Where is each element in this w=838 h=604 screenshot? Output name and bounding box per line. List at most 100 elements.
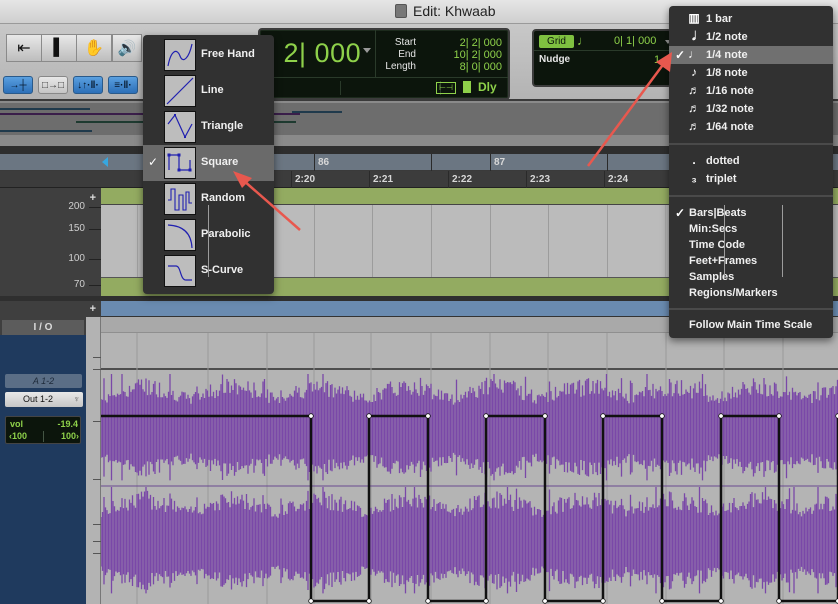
- automation-breakpoint[interactable]: [542, 598, 548, 604]
- shuffle-mode-button[interactable]: →┼: [3, 76, 33, 94]
- overview-track-line: [0, 108, 90, 110]
- time-label: 2:23: [530, 174, 551, 185]
- add-marker-plus-icon[interactable]: +: [90, 303, 96, 315]
- menu-item-1-32-note[interactable]: ♬ 1/32 note: [669, 100, 833, 118]
- random-shape-icon: [164, 183, 196, 215]
- automation-breakpoint[interactable]: [600, 413, 606, 419]
- ruler-tick: [314, 154, 315, 171]
- menu-item-follow-main-time-scale[interactable]: Follow Main Time Scale: [669, 316, 833, 334]
- zoomer-tool-button[interactable]: ⇤: [6, 34, 42, 62]
- grid-mode-button[interactable]: ≡·‖·: [108, 76, 138, 94]
- track-gutter: [86, 317, 101, 604]
- tempo-axis-label: 100: [68, 253, 85, 264]
- link-timeline-icon[interactable]: ⊢⊣: [436, 82, 456, 94]
- add-ruler-plus-icon[interactable]: +: [90, 192, 96, 204]
- automation-breakpoint[interactable]: [542, 413, 548, 419]
- main-counter-value[interactable]: | 2| 000: [268, 38, 361, 69]
- grid-line: [314, 205, 315, 277]
- automation-breakpoint[interactable]: [659, 598, 665, 604]
- menu-separator: [669, 143, 833, 145]
- menu-item-triplet[interactable]: ₃ triplet: [669, 170, 833, 188]
- menu-separator: [669, 195, 833, 197]
- ruler-tick: [607, 154, 608, 171]
- menu-item-1-4-note[interactable]: ✓ ♩ 1/4 note: [669, 46, 833, 64]
- counter-format-dropdown[interactable]: [363, 48, 371, 53]
- pan-right-value[interactable]: 100›: [61, 431, 79, 441]
- sixteenth-note-icon: ♬: [688, 83, 700, 97]
- spot-mode-button[interactable]: ↓↑·‖·: [73, 76, 103, 94]
- shape-label: Square: [201, 156, 239, 168]
- automation-breakpoint[interactable]: [718, 413, 724, 419]
- input-selector[interactable]: A 1-2: [5, 374, 82, 388]
- automation-breakpoint[interactable]: [308, 598, 314, 604]
- shape-item-square[interactable]: ✓ Square: [143, 145, 274, 181]
- menu-item-label: 1/8 note: [706, 67, 748, 79]
- menu-item-1-8-note[interactable]: ♪ 1/8 note: [669, 64, 833, 82]
- audio-track-playlist[interactable]: [101, 317, 838, 604]
- time-label: 2:22: [452, 174, 473, 185]
- grid-value[interactable]: 0| 1| 000: [614, 35, 656, 47]
- s-curve-shape-icon: [164, 255, 196, 287]
- pan-left-value[interactable]: ‹100: [9, 431, 27, 441]
- automation-breakpoint[interactable]: [425, 598, 431, 604]
- menu-item-dotted[interactable]: . dotted: [669, 152, 833, 170]
- shape-label: Triangle: [201, 120, 244, 132]
- menu-item-1-2-note[interactable]: 𝅗𝅥 1/2 note: [669, 28, 833, 46]
- menu-item-1-16-note[interactable]: ♬ 1/16 note: [669, 82, 833, 100]
- automation-breakpoint[interactable]: [659, 413, 665, 419]
- axis-tick: [89, 259, 101, 260]
- automation-breakpoint[interactable]: [366, 413, 372, 419]
- grid-line: [137, 205, 138, 277]
- gutter-tick: [93, 541, 101, 542]
- grabber-tool-button[interactable]: ✋: [76, 34, 112, 62]
- menu-item-regions-markers[interactable]: Regions/Markers: [669, 284, 833, 302]
- output-selector[interactable]: Out 1-2 ♆: [5, 392, 83, 407]
- shape-item-line[interactable]: Line: [143, 73, 274, 109]
- overview-track-line: [0, 130, 92, 132]
- gutter-tick: [93, 369, 101, 370]
- menu-item-1-64-note[interactable]: ♬ 1/64 note: [669, 118, 833, 136]
- divider: [534, 50, 670, 51]
- automation-breakpoint[interactable]: [425, 413, 431, 419]
- end-label: End: [398, 49, 416, 60]
- window-title: Edit: Khwaab: [395, 3, 496, 19]
- end-value[interactable]: 10| 2| 000: [420, 49, 502, 61]
- axis-tick: [89, 207, 101, 208]
- automation-breakpoint[interactable]: [600, 598, 606, 604]
- slip-icon: □→□: [41, 79, 65, 91]
- playhead-marker-icon[interactable]: [102, 157, 108, 167]
- volume-pan-display[interactable]: vol -19.4 ‹100 100›: [5, 416, 81, 444]
- scrubber-tool-button[interactable]: 🔊: [112, 34, 142, 62]
- shape-item-triangle[interactable]: Triangle: [143, 109, 274, 145]
- bar-label-87: 87: [494, 157, 506, 168]
- sixty-fourth-note-icon: ♬: [688, 119, 700, 133]
- waveform-trim-icon: ▌: [53, 39, 65, 56]
- start-value[interactable]: 2| 2| 000: [420, 37, 502, 49]
- grid-line: [782, 205, 783, 277]
- automation-breakpoint[interactable]: [718, 598, 724, 604]
- trim-tool-button[interactable]: ▌: [41, 34, 77, 62]
- parabolic-shape-icon: [164, 219, 196, 251]
- clip-icon[interactable]: [463, 81, 471, 93]
- grid-toggle-button[interactable]: Grid: [539, 35, 574, 48]
- automation-breakpoint[interactable]: [483, 413, 489, 419]
- automation-breakpoint[interactable]: [483, 598, 489, 604]
- delay-compensation-label[interactable]: Dly: [478, 80, 497, 94]
- menu-item-label: 1/32 note: [706, 103, 754, 115]
- gutter-tick: [93, 479, 101, 480]
- axis-tick: [89, 229, 101, 230]
- menu-item-1-bar[interactable]: ▥ 1 bar: [669, 10, 833, 28]
- waveform-and-automation[interactable]: [101, 317, 838, 604]
- automation-breakpoint[interactable]: [776, 413, 782, 419]
- nudge-value[interactable]: 1: [654, 54, 660, 66]
- automation-breakpoint[interactable]: [366, 598, 372, 604]
- shape-item-free-hand[interactable]: Free Hand: [143, 37, 274, 73]
- vol-value[interactable]: -19.4: [57, 419, 78, 429]
- menu-item-label: dotted: [706, 155, 740, 167]
- automation-breakpoint[interactable]: [308, 413, 314, 419]
- slip-mode-button[interactable]: □→□: [38, 76, 68, 94]
- check-icon: ✓: [148, 155, 159, 169]
- menu-separator: [669, 308, 833, 310]
- automation-breakpoint[interactable]: [776, 598, 782, 604]
- length-value[interactable]: 8| 0| 000: [420, 61, 502, 73]
